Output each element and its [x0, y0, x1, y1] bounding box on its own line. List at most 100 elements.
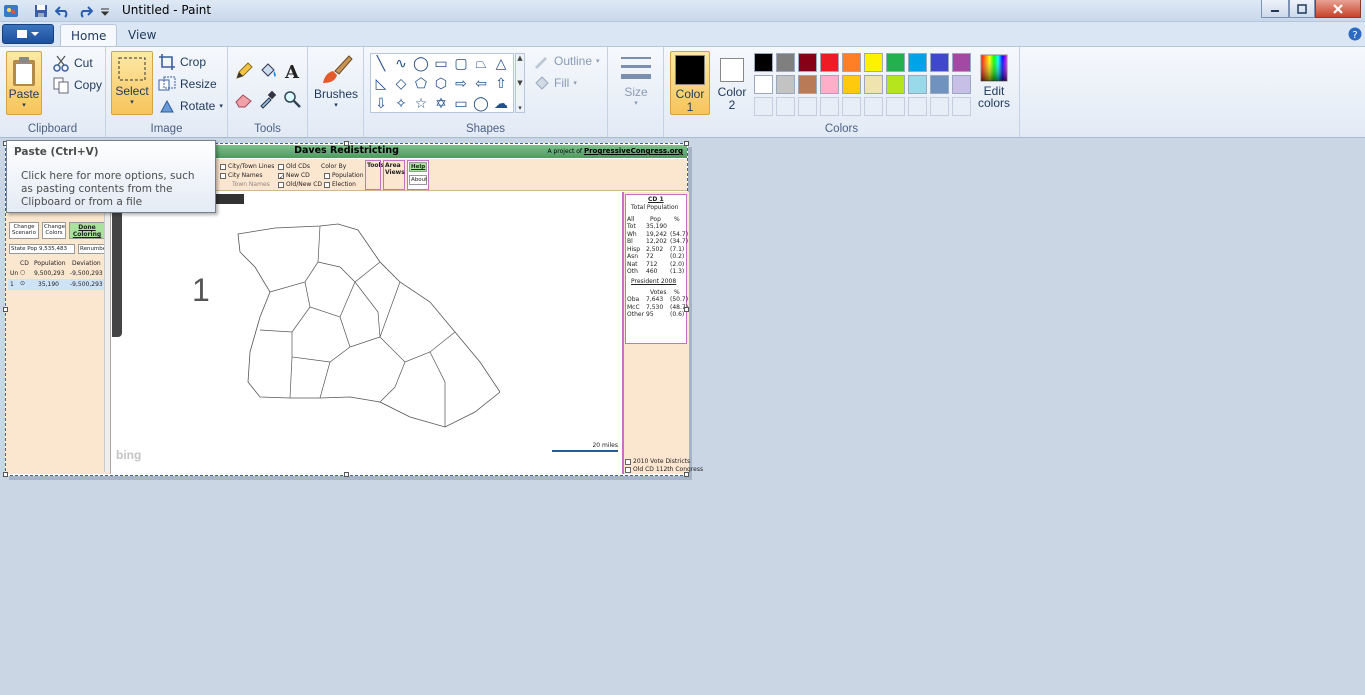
brushes-button[interactable]: Brushes ▾	[312, 53, 360, 109]
oval-shape-icon[interactable]: ◯	[411, 54, 431, 74]
custom-color-slot[interactable]	[776, 97, 795, 116]
custom-color-slot[interactable]	[886, 97, 905, 116]
custom-color-slot[interactable]	[952, 97, 971, 116]
four-point-star-shape-icon[interactable]: ✧	[391, 94, 411, 114]
selection-handle[interactable]	[3, 472, 8, 477]
paint-app-icon[interactable]	[2, 2, 20, 19]
rounded-rectangle-shape-icon[interactable]: ▢	[451, 54, 471, 74]
paste-button[interactable]: Paste ▾	[6, 51, 42, 115]
palette-color-swatch[interactable]	[864, 75, 883, 94]
palette-color-swatch[interactable]	[820, 53, 839, 72]
fill-bucket-icon[interactable]	[258, 61, 278, 81]
minimize-button[interactable]	[1261, 0, 1289, 18]
palette-color-swatch[interactable]	[908, 53, 927, 72]
color2-button[interactable]: Color 2	[714, 51, 750, 115]
down-arrow-shape-icon[interactable]: ⇩	[371, 94, 391, 114]
stat-cell: 460	[646, 268, 658, 275]
stat-cell: 712	[646, 260, 658, 268]
palette-color-swatch[interactable]	[952, 53, 971, 72]
palette-color-swatch[interactable]	[864, 53, 883, 72]
rotate-button[interactable]: Rotate ▾	[158, 96, 223, 116]
selection-handle[interactable]	[344, 141, 349, 146]
right-triangle-shape-icon[interactable]: ◺	[371, 74, 391, 94]
up-arrow-shape-icon[interactable]: ⇧	[491, 74, 511, 94]
selection-handle[interactable]	[684, 307, 689, 312]
selection-handle[interactable]	[344, 472, 349, 477]
custom-color-slot[interactable]	[930, 97, 949, 116]
custom-color-slot[interactable]	[754, 97, 773, 116]
palette-color-swatch[interactable]	[842, 75, 861, 94]
shapes-scroll[interactable]: ▲ ▼ ▾	[515, 53, 525, 113]
rounded-callout-shape-icon[interactable]: ▭	[451, 94, 471, 114]
brushes-group: Brushes ▾	[308, 47, 364, 137]
tab-view[interactable]: View	[118, 24, 166, 46]
palette-color-swatch[interactable]	[842, 53, 861, 72]
outline-button[interactable]: Outline ▾	[532, 51, 600, 71]
resize-button[interactable]: Resize	[158, 74, 217, 94]
help-icon[interactable]: ?	[1348, 27, 1362, 44]
palette-color-swatch[interactable]	[886, 75, 905, 94]
paint-menu-button[interactable]	[2, 24, 54, 44]
custom-color-slot[interactable]	[842, 97, 861, 116]
fill-button[interactable]: Fill ▾	[532, 73, 577, 93]
cloud-callout-shape-icon[interactable]: ☁	[491, 94, 511, 114]
custom-color-slot[interactable]	[798, 97, 817, 116]
palette-color-swatch[interactable]	[930, 75, 949, 94]
undo-icon[interactable]	[54, 2, 72, 19]
palette-color-swatch[interactable]	[776, 75, 795, 94]
palette-color-swatch[interactable]	[820, 75, 839, 94]
stat-cell: (2.0)	[670, 260, 685, 268]
five-point-star-shape-icon[interactable]: ☆	[411, 94, 431, 114]
polygon-shape-icon[interactable]: ⏢	[471, 54, 491, 74]
color1-button[interactable]: Color 1	[670, 51, 710, 115]
stat-cell: McC	[627, 303, 640, 311]
palette-color-swatch[interactable]	[798, 53, 817, 72]
pencil-icon[interactable]	[234, 61, 254, 81]
palette-color-swatch[interactable]	[952, 75, 971, 94]
palette-color-swatch[interactable]	[886, 53, 905, 72]
redo-icon[interactable]	[76, 2, 94, 19]
eraser-icon[interactable]	[234, 89, 254, 109]
triangle-shape-icon[interactable]: △	[491, 54, 511, 74]
tab-home[interactable]: Home	[60, 24, 118, 46]
text-icon[interactable]: A	[282, 61, 302, 81]
palette-color-swatch[interactable]	[754, 75, 773, 94]
crop-button[interactable]: Crop	[158, 52, 206, 72]
stat-cell: (1.3)	[670, 268, 685, 275]
palette-color-swatch[interactable]	[908, 75, 927, 94]
close-button[interactable]	[1315, 0, 1361, 18]
select-button[interactable]: Select ▾	[111, 51, 153, 115]
edit-colors-button[interactable]: Edit colors	[976, 53, 1012, 109]
palette-color-swatch[interactable]	[930, 53, 949, 72]
color-picker-icon[interactable]	[258, 89, 278, 109]
pentagon-shape-icon[interactable]: ⬠	[411, 74, 431, 94]
right-arrow-shape-icon[interactable]: ⇨	[451, 74, 471, 94]
selection-handle[interactable]	[3, 307, 8, 312]
diamond-shape-icon[interactable]: ◇	[391, 74, 411, 94]
colors-group: Color 1 Color 2 Edit colors Colors	[664, 47, 1020, 137]
six-point-star-shape-icon[interactable]: ✡	[431, 94, 451, 114]
palette-color-swatch[interactable]	[798, 75, 817, 94]
custom-color-slot[interactable]	[908, 97, 927, 116]
hexagon-shape-icon[interactable]: ⬡	[431, 74, 451, 94]
shapes-gallery[interactable]: ╲ ∿ ◯ ▭ ▢ ⏢ △ ◺ ◇ ⬠ ⬡ ⇨ ⇦ ⇧ ⇩ ✧ ☆ ✡ ▭ ◯ …	[370, 53, 514, 113]
maximize-button[interactable]	[1289, 0, 1315, 18]
selection-handle[interactable]	[684, 141, 689, 146]
oval-callout-shape-icon[interactable]: ◯	[471, 94, 491, 114]
rectangle-shape-icon[interactable]: ▭	[431, 54, 451, 74]
left-arrow-shape-icon[interactable]: ⇦	[471, 74, 491, 94]
line-shape-icon[interactable]: ╲	[371, 54, 391, 74]
save-icon[interactable]	[32, 2, 50, 19]
custom-color-slot[interactable]	[820, 97, 839, 116]
custom-color-slot[interactable]	[864, 97, 883, 116]
cut-button[interactable]: Cut	[52, 53, 93, 73]
image-group-label: Image	[150, 123, 183, 135]
curve-shape-icon[interactable]: ∿	[391, 54, 411, 74]
palette-color-swatch[interactable]	[776, 53, 795, 72]
copy-button[interactable]: Copy	[52, 75, 102, 95]
size-button[interactable]: Size ▾	[614, 53, 658, 107]
palette-color-swatch[interactable]	[754, 53, 773, 72]
customize-quick-access-icon[interactable]	[96, 2, 114, 19]
selection-handle[interactable]	[684, 472, 689, 477]
magnifier-icon[interactable]	[282, 89, 302, 109]
